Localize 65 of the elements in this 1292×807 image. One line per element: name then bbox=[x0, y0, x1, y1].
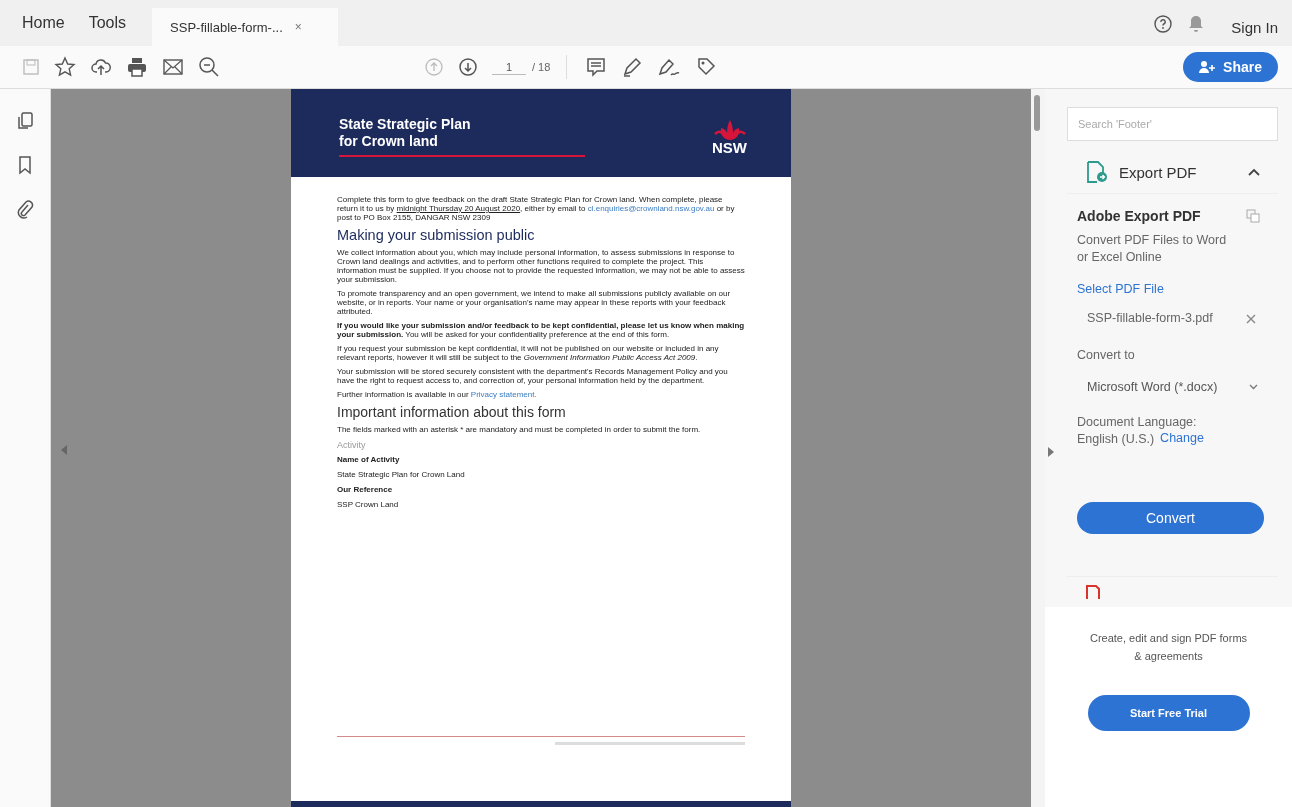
print-icon[interactable] bbox=[126, 56, 148, 78]
logo-text: NSW bbox=[712, 139, 747, 155]
document-paragraph: Complete this form to give feedback on the draft State Strategic Plan for Crown land. When complete, please return it to us by midnight Thursday 20 August 2020, either by email to cl.enquiries@crownland.nsw.gov.au or by post to PO Box 2155, DANGAR NSW 2309 bbox=[337, 195, 736, 222]
cloud-upload-icon[interactable] bbox=[90, 56, 112, 78]
close-icon[interactable] bbox=[1246, 313, 1256, 324]
panel-description: Convert PDF Files to Word or Excel Online bbox=[1077, 232, 1228, 266]
bookmark-icon[interactable] bbox=[17, 155, 33, 175]
convert-button[interactable]: Convert bbox=[1077, 502, 1264, 534]
chevron-up-icon[interactable] bbox=[1248, 168, 1260, 176]
field-label: Our Reference bbox=[337, 485, 394, 494]
waratah-flower-icon bbox=[712, 119, 747, 140]
start-trial-button[interactable]: Start Free Trial bbox=[1087, 695, 1250, 731]
nav-tab[interactable]: Tools bbox=[76, 3, 139, 43]
zoom-out-icon[interactable] bbox=[198, 56, 220, 78]
tag-icon[interactable] bbox=[695, 56, 718, 78]
search-field[interactable]: Search 'Footer' bbox=[1067, 107, 1278, 141]
export-pdf-icon bbox=[1085, 160, 1109, 184]
tool-title: Export PDF bbox=[1119, 163, 1198, 181]
chevron-down-icon bbox=[1249, 384, 1258, 390]
banner-title: State Strategic Plan bbox=[339, 115, 472, 133]
comment-icon[interactable] bbox=[585, 56, 608, 78]
document-subheading: Important information about this form bbox=[337, 404, 567, 420]
star-icon[interactable] bbox=[54, 56, 76, 78]
convert-to-label: Convert to bbox=[1077, 347, 1136, 364]
mail-icon[interactable] bbox=[162, 56, 184, 78]
page-total: / 18 bbox=[532, 61, 551, 73]
nav-tab[interactable]: Home bbox=[10, 3, 77, 43]
field-label: Name of Activity bbox=[337, 455, 401, 464]
section-title: Activity bbox=[337, 440, 367, 450]
format-dropdown[interactable]: Microsoft Word (*.docx) bbox=[1077, 364, 1278, 394]
help-icon[interactable] bbox=[1153, 14, 1174, 34]
field-value: State Strategic Plan for Crown Land bbox=[337, 470, 466, 479]
close-tab-button[interactable]: × bbox=[294, 20, 302, 34]
language-value: English (U.S.) bbox=[1077, 431, 1155, 448]
scrollbar-thumb[interactable] bbox=[1034, 95, 1040, 131]
document-paragraph: The fields marked with an asterisk * are mandatory and must be completed in order to submit the form. bbox=[337, 425, 702, 434]
sign-icon[interactable] bbox=[657, 56, 682, 78]
document-paragraph: To promote transparency and an open government, we intend to make all submissions publicly available on our website, or in reports. Your name or your organisation's name may appear in these reports with your feedback attributed. bbox=[337, 289, 732, 316]
add-user-icon bbox=[1199, 60, 1218, 74]
pdf-file-icon bbox=[1085, 585, 1101, 599]
next-page-icon[interactable] bbox=[458, 57, 478, 77]
document-link[interactable]: Privacy statement. bbox=[470, 390, 537, 399]
pen-icon[interactable] bbox=[621, 56, 644, 78]
document-paragraph: If you request your submission be kept confidential, it will not be published on our website or included in any relevant reports, however it will still be subject to the Government Information Public Access Act 2009. bbox=[337, 344, 720, 362]
document-link[interactable]: cl.enquiries@crownland.nsw.gov.au bbox=[587, 204, 715, 213]
sign-in-link[interactable]: Sign In bbox=[1231, 19, 1278, 36]
panel-heading: Adobe Export PDF bbox=[1077, 208, 1201, 224]
document-paragraph: We collect information about you, which may include personal information, to assess submissions in response to Crown land dealings and activities, and to perform other functions required to complete the project. This information must be supplied. If you choose not to provide the requested information, we may not be able to assess your submission. bbox=[337, 248, 745, 284]
document-paragraph: If you would like your submission and/or feedback to be kept confidential, please let us know when making your submission. You will be asked for your confidentiality preference at the end of this form. bbox=[337, 321, 745, 339]
pages-icon[interactable] bbox=[16, 111, 34, 131]
document-paragraph: Further information is available in our Privacy statement. bbox=[337, 390, 538, 399]
document-tab[interactable]: SSP-fillable-form-... × bbox=[152, 8, 339, 46]
expand-right-icon[interactable] bbox=[1048, 447, 1054, 457]
select-file-link[interactable]: Select PDF File bbox=[1077, 282, 1278, 296]
page-number-field[interactable]: 1 bbox=[492, 59, 526, 75]
change-link[interactable]: Change bbox=[1160, 431, 1204, 448]
banner-title: for Crown land bbox=[339, 132, 439, 150]
paperclip-icon[interactable] bbox=[16, 199, 34, 219]
promo-text: Create, edit and sign PDF forms & agreements bbox=[1088, 631, 1249, 664]
document-paragraph: Your submission will be stored securely consistent with the department's Records Management Policy and you have the right to request access to, and correction of, your personal information held by the department. bbox=[337, 367, 729, 385]
file-name: SSP-fillable-form-3.pdf bbox=[1087, 310, 1213, 327]
document-heading: Making your submission public bbox=[337, 227, 536, 243]
share-button[interactable]: Share bbox=[1183, 52, 1278, 82]
language-label: Document Language: bbox=[1077, 414, 1198, 431]
field-value: SSP Crown Land bbox=[337, 500, 400, 509]
